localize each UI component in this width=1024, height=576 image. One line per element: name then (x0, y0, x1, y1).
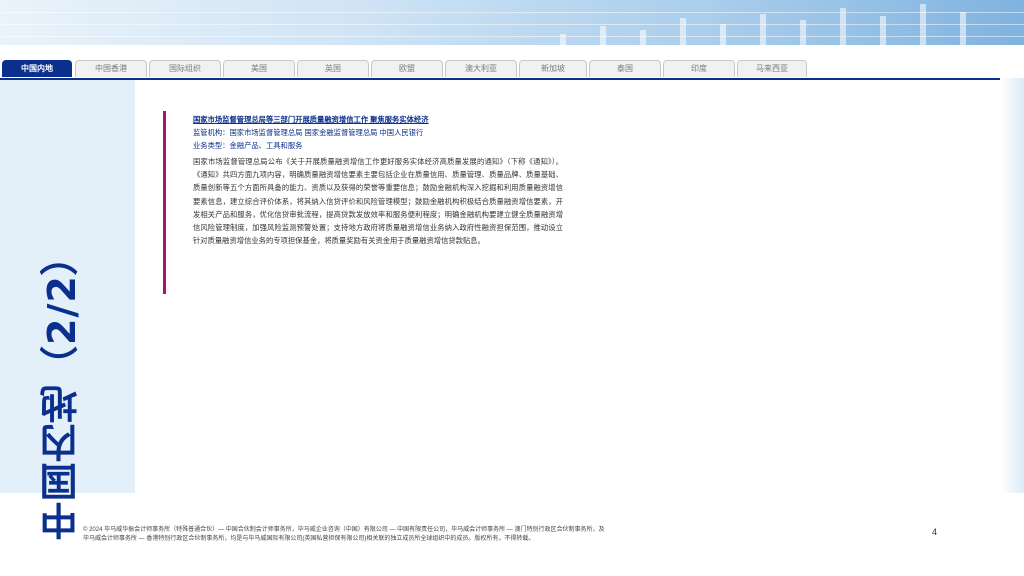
tab-malaysia[interactable]: 马来西亚 (737, 60, 807, 77)
tab-singapore[interactable]: 新加坡 (519, 60, 587, 77)
article-body: 国家市场监督管理总局公布《关于开展质量融资增信工作更好服务实体经济高质量发展的通… (193, 157, 563, 246)
banner-bar (920, 4, 926, 48)
tab-hong-kong[interactable]: 中国香港 (75, 60, 147, 77)
article-business-type: 业务类型：金融产品、工具和服务 (193, 141, 303, 150)
banner-bar (760, 14, 766, 48)
tab-international-organizations[interactable]: 国际组织 (149, 60, 221, 77)
tab-mainland-china[interactable]: 中国内地 (2, 60, 72, 77)
copyright-footer: © 2024 毕马威华振会计师事务所（特殊普通合伙）— 中国合伙制会计师事务所，… (83, 526, 743, 544)
article-block: 国家市场监督管理总局等三部门开展质量融资增信工作 聚焦服务实体经济 监管机构：国… (193, 113, 563, 247)
article-regulators: 监管机构：国家市场监督管理总局 国家金融监督管理总局 中国人民银行 (193, 128, 424, 137)
header-banner (0, 0, 1024, 48)
page-number: 4 (932, 527, 938, 537)
tab-thailand[interactable]: 泰国 (589, 60, 661, 77)
banner-bar (800, 20, 806, 48)
banner-bar (680, 18, 686, 48)
section-title: 中国内地（2/2） (40, 236, 84, 540)
tab-australia[interactable]: 澳大利亚 (445, 60, 517, 77)
region-tab-strip: 中国内地 中国香港 国际组织 美国 英国 欧盟 澳大利亚 新加坡 泰国 印度 马… (0, 60, 1024, 80)
footer-line-1: © 2024 毕马威华振会计师事务所（特殊普通合伙）— 中国合伙制会计师事务所，… (83, 527, 605, 533)
section-title-panel: 中国内地（2/2） (0, 80, 135, 540)
footer-line-2: 毕马威会计师事务所 — 香港特别行政区合伙制事务所，均是与毕马威国际有限公司(英… (83, 536, 535, 542)
banner-gridline (0, 24, 1024, 25)
tab-india[interactable]: 印度 (663, 60, 735, 77)
banner-bar (840, 8, 846, 48)
banner-divider (0, 45, 1024, 48)
tab-european-union[interactable]: 欧盟 (371, 60, 443, 77)
banner-bar (960, 12, 966, 48)
accent-bar (163, 111, 166, 294)
banner-bar (880, 16, 886, 48)
tab-united-states[interactable]: 美国 (223, 60, 295, 77)
banner-gridline (0, 36, 1024, 37)
right-decorative-band (1000, 78, 1024, 493)
banner-gridline (0, 12, 1024, 13)
article-headline-link[interactable]: 国家市场监督管理总局等三部门开展质量融资增信工作 聚焦服务实体经济 (193, 113, 563, 126)
tab-united-kingdom[interactable]: 英国 (297, 60, 369, 77)
